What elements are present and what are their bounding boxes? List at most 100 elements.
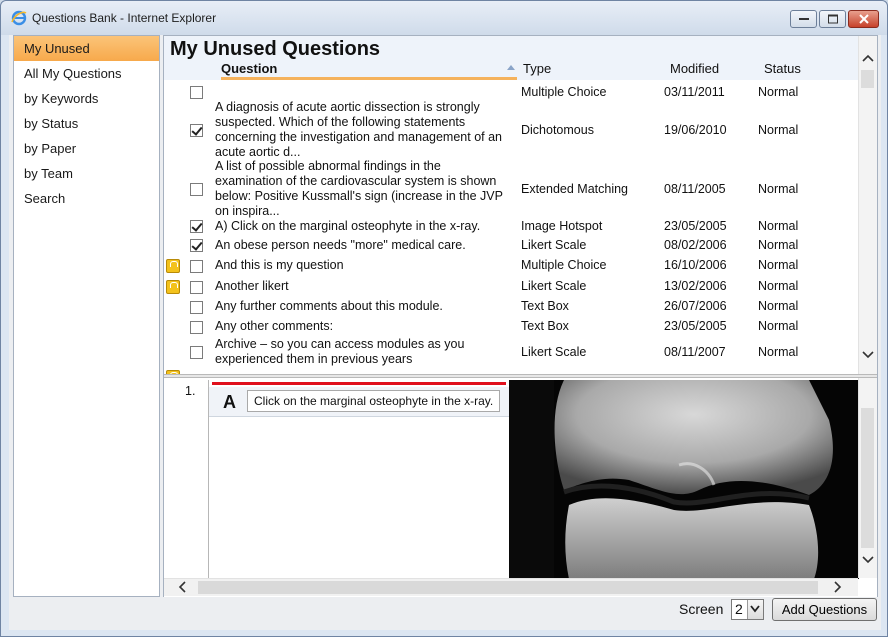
table-row[interactable]: An obese person needs "more" medical car… [164,236,858,256]
column-header-question[interactable]: Question [221,61,517,80]
question-type: Multiple Choice [521,85,607,99]
preview-horizontal-scrollbar[interactable] [164,578,858,596]
table-row[interactable]: A) Click on the marginal osteophyte in t… [164,217,858,237]
chevron-down-icon[interactable] [747,600,763,619]
window-title: Questions Bank - Internet Explorer [32,11,217,25]
sidebar-item-search[interactable]: Search [14,186,159,211]
question-type: Multiple Choice [521,258,607,272]
modified-date: 08/02/2006 [664,238,727,252]
status-text: Normal [758,299,799,313]
sidebar-item-by-status[interactable]: by Status [14,111,159,136]
sidebar-item-all-my-questions[interactable]: All My Questions [14,61,159,86]
hotspot-marker-line [212,382,506,385]
table-row[interactable]: Archive – so you can access modules as y… [164,335,858,369]
row-checkbox[interactable] [190,239,203,252]
table-row[interactable]: A diagnosis of acute aortic dissection i… [164,100,858,160]
row-checkbox[interactable] [190,346,203,359]
horizontal-scroll-thumb[interactable] [198,581,818,594]
scroll-down-icon[interactable] [862,347,874,362]
minimize-button[interactable] [790,10,817,28]
row-checkbox[interactable] [190,124,203,137]
main-panel: My Unused Questions Question Type Modifi… [163,35,878,597]
sidebar: My Unused All My Questions by Keywords b… [13,35,160,597]
status-text: Normal [758,123,799,137]
question-type: Likert Scale [521,279,587,293]
status-text: Normal [758,258,799,272]
title-bar[interactable]: Questions Bank - Internet Explorer [1,1,887,35]
question-list: Multiple Choice 03/11/2011 Normal A diag… [164,80,858,374]
add-questions-button[interactable]: Add Questions [772,598,877,621]
table-row[interactable]: A list of possible abnormal findings in … [164,159,858,219]
question-text: A) Click on the marginal osteophyte in t… [215,219,481,233]
hotspot-label-bar: A Click on the marginal osteophyte in th… [209,387,509,417]
question-type: Extended Matching [521,182,629,196]
scroll-right-icon[interactable] [834,581,842,596]
modified-date: 08/11/2005 [664,182,726,196]
column-header-question-label: Question [221,61,278,76]
modified-date: 23/05/2005 [664,319,727,333]
xray-image[interactable] [509,380,859,579]
status-text: Normal [758,319,799,333]
modified-date: 16/10/2006 [664,258,727,272]
question-text: A diagnosis of acute aortic dissection i… [215,100,502,159]
table-row[interactable]: And this is my question Multiple Choice … [164,256,858,276]
sidebar-item-by-keywords[interactable]: by Keywords [14,86,159,111]
table-row[interactable]: Any further comments about this module. … [164,297,858,317]
column-header-type[interactable]: Type [523,61,551,76]
minimize-icon [798,18,809,20]
scroll-up-icon[interactable] [862,50,874,65]
preview-scroll-thumb[interactable] [861,408,874,548]
hotspot-letter: A [223,392,236,412]
modified-date: 19/06/2010 [664,123,727,137]
preview-vertical-scrollbar[interactable] [858,378,877,578]
question-text: A list of possible abnormal findings in … [215,159,503,218]
row-checkbox[interactable] [190,183,203,196]
row-checkbox[interactable] [190,281,203,294]
sort-ascending-icon [507,65,515,70]
list-vertical-scrollbar[interactable] [858,36,877,374]
row-checkbox[interactable] [190,260,203,273]
row-checkbox[interactable] [190,86,203,99]
status-text: Normal [758,85,799,99]
sidebar-item-by-paper[interactable]: by Paper [14,136,159,161]
close-icon [858,14,869,24]
screen-label: Screen [679,601,724,617]
row-checkbox[interactable] [190,321,203,334]
client-area: My Unused All My Questions by Keywords b… [9,35,881,630]
question-preview: 1. A Click on the marginal osteophyte in… [164,378,877,597]
sidebar-item-by-team[interactable]: by Team [14,161,159,186]
hotspot-label[interactable]: Click on the marginal osteophyte in the … [247,390,501,412]
page-title: My Unused Questions [170,38,381,60]
question-text: Another likert [215,279,289,293]
table-row[interactable]: Another likert Likert Scale 13/02/2006 N… [164,277,858,297]
scroll-left-icon[interactable] [178,581,186,596]
sidebar-item-my-unused[interactable]: My Unused [14,36,159,61]
table-row[interactable]: Multiple Choice 03/11/2011 Normal [164,82,858,102]
scroll-down-icon[interactable] [862,552,874,567]
question-type: Likert Scale [521,238,587,252]
question-text: An obese person needs "more" medical car… [215,238,466,252]
status-text: Normal [758,238,799,252]
question-text: Any further comments about this module. [215,299,443,313]
modified-date: 26/07/2006 [664,299,727,313]
close-button[interactable] [848,10,879,28]
status-text: Normal [758,182,799,196]
maximize-button[interactable] [819,10,846,28]
column-header-modified[interactable]: Modified [670,61,719,76]
hotspot-label-panel: A Click on the marginal osteophyte in th… [209,380,509,579]
screen-select[interactable]: 2 [731,599,764,620]
table-row[interactable]: Any other comments: Text Box 23/05/2005 … [164,317,858,337]
column-header-status[interactable]: Status [764,61,801,76]
question-text: Archive – so you can access modules as y… [215,337,465,366]
preview-question-number: 1. [185,384,196,398]
status-text: Normal [758,219,799,233]
modified-date: 08/11/2007 [664,345,726,359]
knee-xray-illustration [509,380,859,579]
app-window: Questions Bank - Internet Explorer My Un… [0,0,888,637]
modified-date: 03/11/2011 [664,85,725,99]
row-checkbox[interactable] [190,220,203,233]
maximize-icon [827,14,838,24]
list-scroll-thumb[interactable] [861,70,874,88]
image-hotspot-preview: A Click on the marginal osteophyte in th… [208,380,859,579]
row-checkbox[interactable] [190,301,203,314]
